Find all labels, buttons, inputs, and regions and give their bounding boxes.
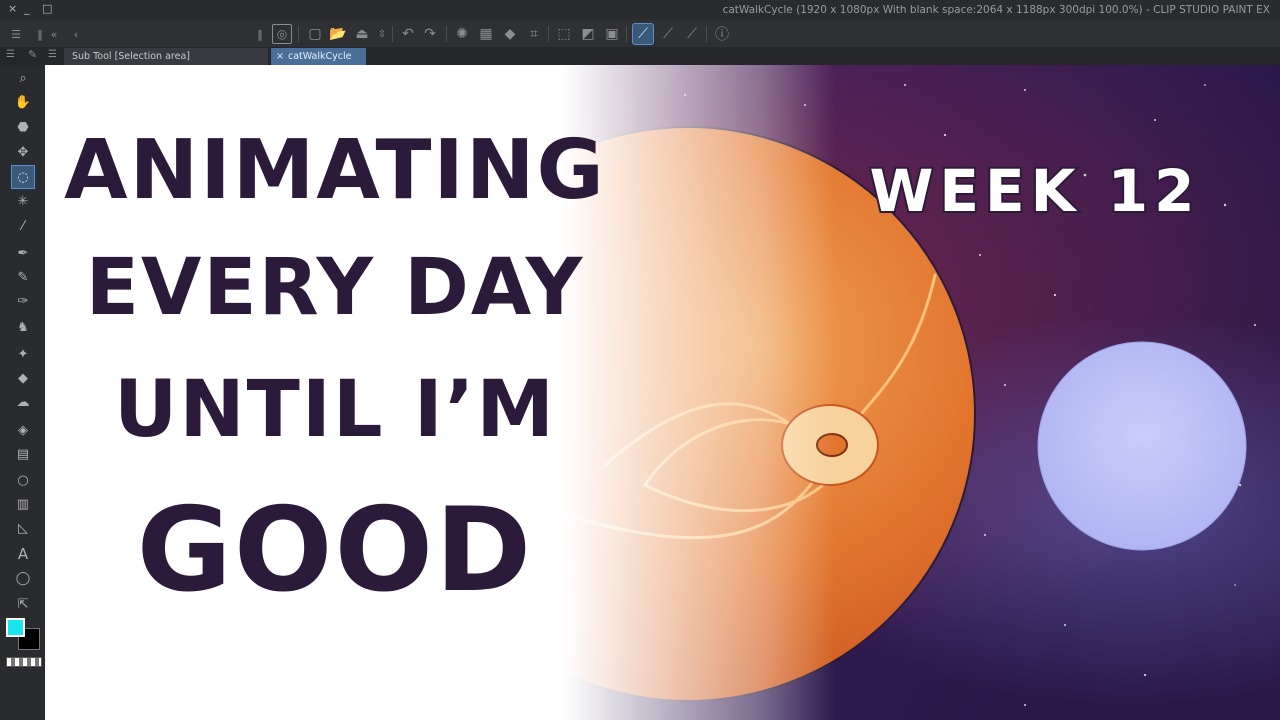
shape-icon[interactable]: ○ xyxy=(12,469,34,491)
pencil-icon[interactable]: ✎ xyxy=(12,266,34,288)
select-icon[interactable]: ▣ xyxy=(602,24,622,44)
decoration-icon[interactable]: ✦ xyxy=(12,343,34,365)
lasso-select-icon[interactable]: ◌ xyxy=(11,165,35,189)
headline-line-4: GOOD xyxy=(136,483,534,618)
headline-line-1: ANIMATING xyxy=(64,123,606,218)
subtool-panel-tab[interactable]: Sub Tool [Selection area] xyxy=(64,48,268,65)
open-icon[interactable]: 📂 xyxy=(328,24,348,44)
palette-menu-icon[interactable]: ☰ xyxy=(48,49,57,60)
chevron-left-icon[interactable]: ‹ xyxy=(66,24,86,44)
save-icon[interactable]: ⏏ xyxy=(352,24,372,44)
spinner-icon[interactable]: ⇳ xyxy=(372,24,392,44)
hand-icon[interactable]: ✋ xyxy=(12,91,34,113)
help-icon[interactable]: ⓘ xyxy=(712,24,732,44)
title-bar: × _ □ catWalkCycle (1920 x 1080px With b… xyxy=(0,0,1280,20)
panel-tab-bar: ☰ ✎ ☰ Sub Tool [Selection area] × catWalk… xyxy=(0,47,1280,65)
brush-icon[interactable]: ✑ xyxy=(12,290,34,312)
magic-wand-icon[interactable]: ✳ xyxy=(12,190,34,212)
minimize-window-button[interactable]: _ xyxy=(24,2,30,15)
airbrush-icon[interactable]: ♞ xyxy=(12,316,34,338)
gradient-icon[interactable]: ▤ xyxy=(12,443,34,465)
pen-icon[interactable]: ✒ xyxy=(12,242,34,264)
brush-preview-icon: ✎ xyxy=(28,48,38,61)
clip-studio-icon[interactable]: ◎ xyxy=(272,24,292,44)
document-tab-label: catWalkCycle xyxy=(287,51,352,62)
redo-icon[interactable]: ↷ xyxy=(420,24,440,44)
week-badge: WEEK 12 xyxy=(867,155,1201,227)
window-title: catWalkCycle (1920 x 1080px With blank s… xyxy=(722,4,1270,16)
rotate-icon[interactable]: ⬣ xyxy=(12,116,34,138)
zoom-icon[interactable]: ⌕ xyxy=(12,67,34,89)
command-bar: ☰ ‖ « ‹ ‖ ◎ ▢ 📂 ⏏ ⇳ ↶ ↷ ✺ ▦ ◆ ⌗ ⬚ ◩ ▣ ⟋ … xyxy=(0,20,1280,47)
blend-icon[interactable]: ☁ xyxy=(12,391,34,413)
text-icon[interactable]: A xyxy=(12,543,34,565)
move-icon[interactable]: ✥ xyxy=(12,141,34,163)
eyedropper-icon[interactable]: ⁄ xyxy=(12,215,34,237)
fill-icon[interactable]: ◈ xyxy=(12,419,34,441)
undo-icon[interactable]: ↶ xyxy=(398,24,418,44)
deselect-icon[interactable]: ⬚ xyxy=(554,24,574,44)
tool-palette: ⌕ ✋ ⬣ ✥ ◌ ✳ ⁄ ✒ ✎ ✑ ♞ ✦ ◆ ☁ ◈ ▤ ○ ▥ ◺ A … xyxy=(0,65,45,720)
toolbar-divider xyxy=(298,26,299,42)
new-icon[interactable]: ▢ xyxy=(305,24,325,44)
ruler-icon[interactable]: ◺ xyxy=(12,517,34,539)
toolbar-divider xyxy=(392,26,393,42)
loading-icon[interactable]: ✺ xyxy=(452,24,472,44)
document-tab[interactable]: × catWalkCycle xyxy=(271,48,366,65)
main-color-swatch[interactable] xyxy=(6,618,25,637)
canvas[interactable]: ANIMATING EVERY DAY UNTIL I’M GOOD WEEK … xyxy=(45,65,1280,720)
correction-icon[interactable]: ⇱ xyxy=(12,593,34,615)
toolbar-divider xyxy=(626,26,627,42)
dock-grip-icon[interactable]: ‖ xyxy=(250,24,270,44)
close-tab-icon[interactable]: × xyxy=(276,51,284,62)
headline-line-2: EVERY DAY xyxy=(85,243,585,333)
balloon-icon[interactable]: ◯ xyxy=(12,567,34,589)
invert-icon[interactable]: ◩ xyxy=(578,24,598,44)
fill-icon[interactable]: ◆ xyxy=(500,24,520,44)
snap-grid-icon[interactable]: ⟋ xyxy=(682,24,702,44)
transparent-color-swatch[interactable] xyxy=(6,657,42,667)
subtool-panel-tab-label: Sub Tool [Selection area] xyxy=(72,51,190,62)
transform-icon[interactable]: ⌗ xyxy=(524,24,544,44)
headline-line-3: UNTIL I’M xyxy=(114,365,556,455)
snap-special-icon[interactable]: ⟋ xyxy=(658,24,678,44)
close-window-button[interactable]: × xyxy=(8,2,17,15)
snap-ruler-icon[interactable]: ⟋ xyxy=(632,23,654,45)
panel-menu-icon[interactable]: ☰ xyxy=(6,24,26,44)
eraser-icon[interactable]: ◆ xyxy=(12,367,34,389)
frame-icon[interactable]: ▥ xyxy=(12,493,34,515)
toolbar-divider xyxy=(446,26,447,42)
palette-menu-icon[interactable]: ☰ xyxy=(6,49,15,60)
maximize-window-button[interactable]: □ xyxy=(42,2,52,15)
clear-icon[interactable]: ▦ xyxy=(476,24,496,44)
toolbar-divider xyxy=(706,26,707,42)
toolbar-divider xyxy=(548,26,549,42)
double-chevron-left-icon[interactable]: « xyxy=(44,24,64,44)
